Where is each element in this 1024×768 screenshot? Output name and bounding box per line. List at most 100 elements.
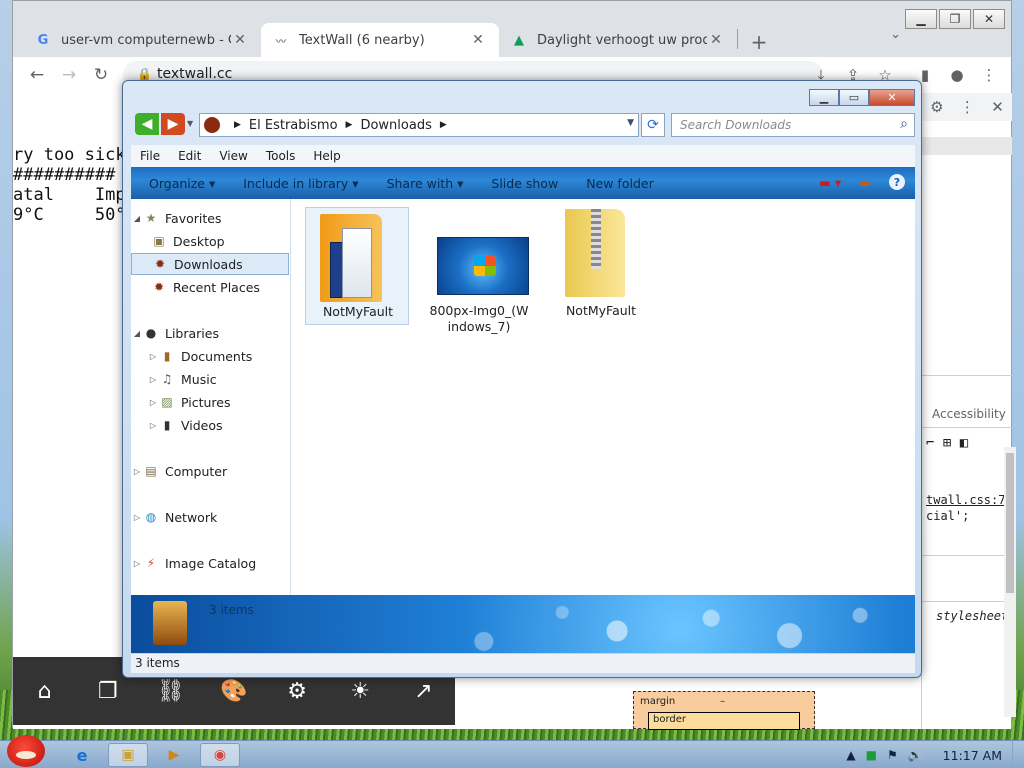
profile-avatar-icon[interactable]: ● <box>945 63 969 87</box>
expand-arrow-icon[interactable]: ▷ <box>131 513 143 522</box>
textwall-line[interactable]: ry too sick <box>13 145 126 165</box>
action-center-icon[interactable]: ⚑ <box>887 748 898 762</box>
nav-videos[interactable]: ▷ ▮ Videos <box>131 414 289 436</box>
css-source-link[interactable]: twall.css:7 <box>926 493 1005 507</box>
minimize-icon[interactable]: ▁ <box>905 9 937 29</box>
restore-icon[interactable]: ❐ <box>939 9 971 29</box>
nav-libraries[interactable]: ◢ ● Libraries <box>131 322 289 344</box>
new-tab-button[interactable]: + <box>744 27 774 57</box>
close-icon[interactable]: ✕ <box>869 89 915 106</box>
menu-file[interactable]: File <box>131 149 169 163</box>
explorer-taskbar-icon[interactable]: ▣ <box>108 743 148 767</box>
expand-arrow-icon[interactable]: ▷ <box>147 352 159 361</box>
view-options-icon[interactable]: ▬ ▾ <box>819 175 841 190</box>
copy-icon[interactable]: ❐ <box>88 671 128 711</box>
menu-view[interactable]: View <box>210 149 256 163</box>
menu-kebab-icon[interactable]: ⋮ <box>977 63 1001 87</box>
share-label: Share with <box>386 175 454 191</box>
start-button[interactable] <box>2 733 50 768</box>
menu-edit[interactable]: Edit <box>169 149 210 163</box>
tab-google[interactable]: G user-vm computernewb - Goo ✕ <box>23 23 261 57</box>
tab-textwall[interactable]: 〰 TextWall (6 nearby) ✕ <box>261 23 499 57</box>
nav-music[interactable]: ▷ ♫ Music <box>131 368 289 390</box>
preview-pane-icon[interactable]: ▬ <box>859 175 871 190</box>
textwall-line[interactable]: 9°C 50° <box>13 205 126 225</box>
tab-close-icon[interactable]: ✕ <box>469 32 487 48</box>
zipper-icon <box>591 209 601 269</box>
breadcrumb-separator-icon[interactable]: ▶ <box>346 120 353 130</box>
menu-help[interactable]: Help <box>304 149 349 163</box>
home-icon[interactable]: ⌂ <box>25 671 65 711</box>
internet-explorer-icon[interactable]: e <box>62 743 102 767</box>
breadcrumb[interactable]: ▶ El Estrabismo ▶ Downloads ▶ ▼ <box>199 113 639 137</box>
breadcrumb-separator-icon[interactable]: ▶ <box>234 120 241 130</box>
back-arrow-icon[interactable]: ← <box>25 63 49 87</box>
file-item-folder[interactable]: NotMyFault <box>305 207 409 325</box>
breadcrumb-item[interactable]: Downloads <box>360 118 431 133</box>
expand-arrow-icon[interactable]: ▷ <box>147 398 159 407</box>
organize-button[interactable]: Organize ▾ <box>149 176 215 191</box>
show-desktop-button[interactable] <box>1012 741 1024 768</box>
nav-favorites[interactable]: ◢ ★ Favorites <box>131 207 289 229</box>
menu-tools[interactable]: Tools <box>257 149 305 163</box>
nav-desktop[interactable]: ▣ Desktop <box>131 230 289 252</box>
nav-network[interactable]: ▷ ◍ Network <box>131 506 289 528</box>
media-player-icon[interactable]: ▶ <box>154 743 194 767</box>
tab-search-chevron-icon[interactable]: ⌄ <box>890 27 901 42</box>
new-folder-button[interactable]: New folder <box>586 176 654 191</box>
nav-image-catalog[interactable]: ▷ ⚡ Image Catalog <box>131 552 289 574</box>
share-with-button[interactable]: Share with ▾ <box>387 176 464 191</box>
file-item-zip[interactable]: NotMyFault <box>549 207 653 325</box>
include-in-library-button[interactable]: Include in library ▾ <box>243 176 358 191</box>
help-icon[interactable]: ? <box>889 174 905 190</box>
search-icon[interactable]: ⌕ <box>900 116 908 132</box>
tab-daylight[interactable]: ▲ Daylight verhoogt uw product ✕ <box>499 23 737 57</box>
tab-close-icon[interactable]: ✕ <box>231 32 249 48</box>
textwall-line[interactable]: atal Imp <box>13 185 126 205</box>
close-icon[interactable]: ✕ <box>991 98 1004 116</box>
expand-arrow-icon[interactable]: ▷ <box>147 421 159 430</box>
devtools-scroll-thumb[interactable] <box>1006 453 1014 593</box>
collapse-arrow-icon[interactable]: ◢ <box>131 329 143 338</box>
breadcrumb-item[interactable]: El Estrabismo <box>249 118 338 133</box>
nav-documents[interactable]: ▷ ▮ Documents <box>131 345 289 367</box>
accessibility-tab[interactable]: Accessibility <box>932 407 1006 421</box>
file-name: NotMyFault <box>322 304 394 319</box>
clock[interactable]: 11:17 AM <box>943 748 1002 763</box>
forward-arrow-icon[interactable]: → <box>57 63 81 87</box>
minimize-icon[interactable]: ▁ <box>809 89 839 106</box>
close-icon[interactable]: ✕ <box>973 9 1005 29</box>
tab-close-icon[interactable]: ✕ <box>707 32 725 48</box>
tray-expand-icon[interactable]: ▲ <box>846 748 855 762</box>
music-icon: ♫ <box>161 372 173 386</box>
nav-downloads[interactable]: ✹ Downloads <box>131 253 289 275</box>
reload-icon[interactable]: ↻ <box>89 63 113 87</box>
expand-arrow-icon[interactable]: ▷ <box>147 375 159 384</box>
devtools-tool-icons[interactable]: ⌐ ⊞ ◧ <box>926 435 968 451</box>
devtools-row <box>922 137 1012 155</box>
gear-icon[interactable]: ⚙ <box>930 98 943 116</box>
textwall-line[interactable]: ########## <box>13 165 115 185</box>
recent-pages-chevron-icon[interactable]: ▼ <box>187 119 193 128</box>
nav-pictures[interactable]: ▷ ▨ Pictures <box>131 391 289 413</box>
volume-icon[interactable]: 🔊 <box>908 748 923 762</box>
breadcrumb-separator-icon[interactable]: ▶ <box>440 120 447 130</box>
network-status-icon[interactable]: ■ <box>866 748 877 762</box>
file-item-image[interactable]: 800px-Img0_(W indows_7) <box>427 207 531 334</box>
expand-arrow-icon[interactable]: ▷ <box>131 467 143 476</box>
maximize-icon[interactable]: ▭ <box>839 89 869 106</box>
expand-arrow-icon[interactable]: ▷ <box>131 559 143 568</box>
image-catalog-icon: ⚡ <box>146 556 156 570</box>
kebab-icon[interactable]: ⋮ <box>960 98 975 116</box>
back-arrow-icon[interactable]: ◀ <box>135 113 159 135</box>
status-bar: 3 items <box>131 653 915 673</box>
forward-arrow-icon[interactable]: ▶ <box>161 113 185 135</box>
search-input[interactable]: Search Downloads ⌕ <box>671 113 915 137</box>
refresh-icon[interactable]: ⟳ <box>641 113 665 137</box>
chrome-taskbar-icon[interactable]: ◉ <box>200 743 240 767</box>
collapse-arrow-icon[interactable]: ◢ <box>131 214 143 223</box>
nav-computer[interactable]: ▷ ▤ Computer <box>131 460 289 482</box>
nav-recent-places[interactable]: ✹ Recent Places <box>131 276 289 298</box>
slide-show-button[interactable]: Slide show <box>491 176 558 191</box>
address-dropdown-icon[interactable]: ▼ <box>627 118 634 128</box>
